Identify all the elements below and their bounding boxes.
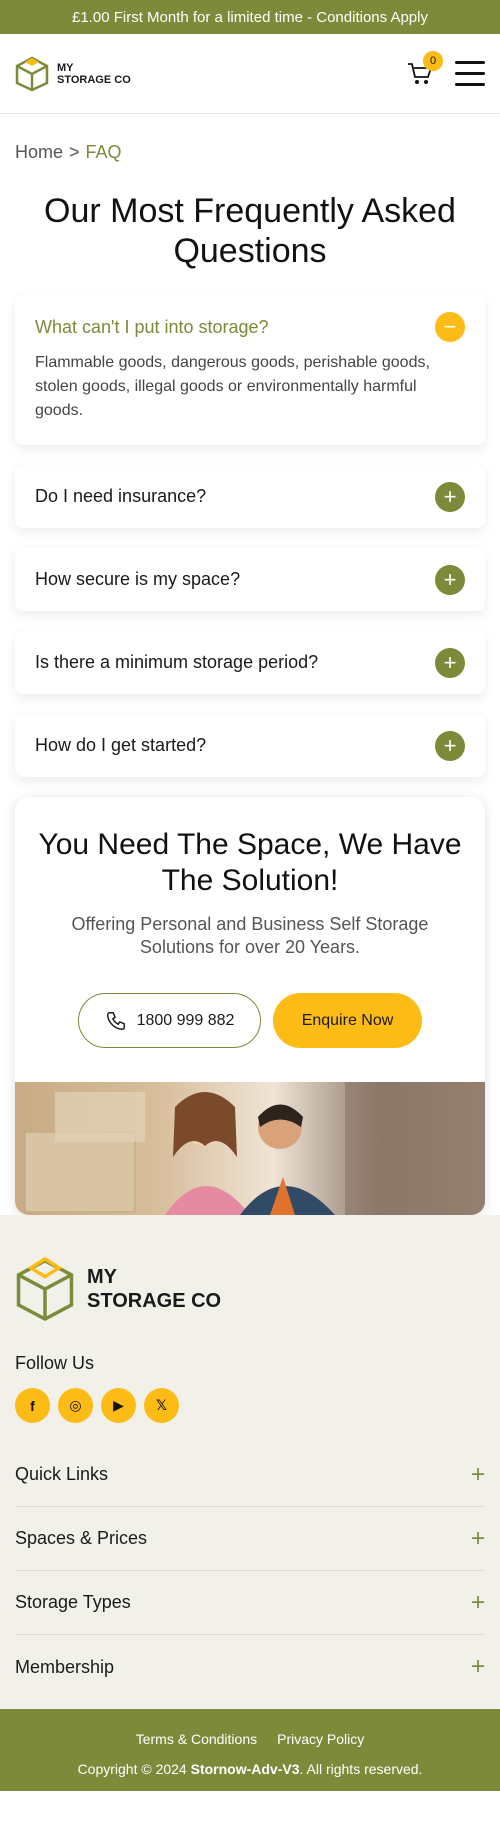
privacy-link[interactable]: Privacy Policy <box>277 1731 364 1747</box>
faq-question: How do I get started? <box>35 735 207 755</box>
plus-icon[interactable]: + <box>471 1461 485 1489</box>
faq-item[interactable]: What can't I put into storage? − Flammab… <box>15 295 485 445</box>
plus-icon[interactable]: + <box>471 1525 485 1553</box>
footer-logo-line-2: STORAGE CO <box>87 1290 222 1312</box>
call-button[interactable]: 1800 999 882 <box>78 993 261 1048</box>
cta-title: You Need The Space, We Have The Solution… <box>38 828 462 897</box>
expand-icon[interactable]: + <box>435 730 465 761</box>
footer-section-label: Membership <box>15 1656 115 1677</box>
phone-icon <box>106 1011 125 1030</box>
logo-line-2: STORAGE CO <box>57 73 131 86</box>
breadcrumb-current: FAQ <box>85 142 122 162</box>
cart-count-badge: 0 <box>423 50 443 71</box>
menu-button[interactable] <box>455 61 485 86</box>
faq-item[interactable]: How secure is my space? + <box>15 548 485 611</box>
expand-icon[interactable]: + <box>435 481 465 512</box>
footer-logo[interactable]: MY STORAGE CO <box>15 1255 485 1323</box>
breadcrumb-home[interactable]: Home <box>15 142 63 163</box>
footer-section-label: Spaces & Prices <box>15 1528 148 1548</box>
enquire-now-button[interactable]: Enquire Now <box>273 993 422 1048</box>
x-icon[interactable]: 𝕏 <box>144 1388 179 1423</box>
copyright-suffix: . All rights reserved. <box>299 1761 423 1777</box>
promo-bar: £1.00 First Month for a limited time - C… <box>0 0 500 34</box>
call-button-label: 1800 999 882 <box>136 1011 235 1029</box>
copyright: Copyright © 2024 Stornow-Adv-V3. All rig… <box>0 1761 500 1777</box>
plus-icon[interactable]: + <box>471 1589 485 1617</box>
follow-us-heading: Follow Us <box>15 1353 95 1373</box>
footer-section-label: Storage Types <box>15 1592 131 1612</box>
copyright-brand: Stornow-Adv-V3 <box>190 1761 300 1777</box>
footer-section-label: Quick Links <box>15 1464 109 1484</box>
expand-icon[interactable]: + <box>435 647 465 678</box>
faq-question: What can't I put into storage? <box>35 316 269 337</box>
couple-moving-boxes-image <box>15 1082 485 1215</box>
page-title: Our Most Frequently Asked Questions <box>44 192 456 270</box>
bottom-bar: Terms & Conditions Privacy Policy Copyri… <box>0 1709 500 1791</box>
faq-question: How secure is my space? <box>35 569 241 589</box>
menu-icon <box>455 61 485 64</box>
plus-icon[interactable]: + <box>471 1653 485 1681</box>
copyright-prefix: Copyright © 2024 <box>77 1761 187 1777</box>
social-links: f ◎ ▶ 𝕏 <box>15 1388 485 1423</box>
footer-section-storage-types[interactable]: Storage Types + <box>15 1571 485 1635</box>
faq-question-row[interactable]: How secure is my space? + <box>35 548 465 611</box>
breadcrumb: Home > FAQ <box>0 114 500 163</box>
site-footer: MY STORAGE CO Follow Us f ◎ ▶ 𝕏 Quick Li… <box>0 1215 500 1709</box>
cta-card: You Need The Space, We Have The Solution… <box>15 797 485 1215</box>
faq-list: What can't I put into storage? − Flammab… <box>0 295 500 777</box>
site-logo[interactable]: MY STORAGE CO <box>15 56 131 92</box>
logo-line-1: MY <box>57 61 74 74</box>
logo-box-icon <box>15 56 49 91</box>
faq-item[interactable]: Do I need insurance? + <box>15 465 485 528</box>
logo-box-icon <box>16 1256 74 1321</box>
faq-question-row[interactable]: What can't I put into storage? − <box>35 295 465 351</box>
faq-item[interactable]: Is there a minimum storage period? + <box>15 631 485 694</box>
site-header: MY STORAGE CO 0 <box>0 34 500 114</box>
footer-section-quick-links[interactable]: Quick Links + <box>15 1443 485 1507</box>
photo-illustration <box>24 1082 485 1215</box>
footer-logo-line-1: MY <box>87 1266 117 1288</box>
cart-button[interactable]: 0 <box>405 50 443 89</box>
faq-answer: Flammable goods, dangerous goods, perish… <box>35 354 430 419</box>
facebook-icon[interactable]: f <box>15 1388 50 1423</box>
faq-question-row[interactable]: Is there a minimum storage period? + <box>35 631 465 694</box>
collapse-icon[interactable]: − <box>435 312 465 342</box>
faq-question: Do I need insurance? <box>35 486 207 506</box>
expand-icon[interactable]: + <box>435 564 465 595</box>
faq-question-row[interactable]: How do I get started? + <box>35 714 465 777</box>
cta-subtitle: Offering Personal and Business Self Stor… <box>71 914 429 957</box>
footer-section-membership[interactable]: Membership + <box>15 1635 485 1699</box>
instagram-icon[interactable]: ◎ <box>58 1388 93 1423</box>
faq-item[interactable]: How do I get started? + <box>15 714 485 777</box>
footer-accordion: Quick Links + Spaces & Prices + Storage … <box>15 1443 485 1699</box>
terms-link[interactable]: Terms & Conditions <box>136 1731 257 1747</box>
youtube-icon[interactable]: ▶ <box>101 1388 136 1423</box>
promo-text: £1.00 First Month for a limited time - C… <box>72 8 428 26</box>
faq-question-row[interactable]: Do I need insurance? + <box>35 465 465 528</box>
breadcrumb-separator: > <box>69 142 80 162</box>
footer-section-spaces-prices[interactable]: Spaces & Prices + <box>15 1507 485 1571</box>
faq-question: Is there a minimum storage period? <box>35 652 319 672</box>
